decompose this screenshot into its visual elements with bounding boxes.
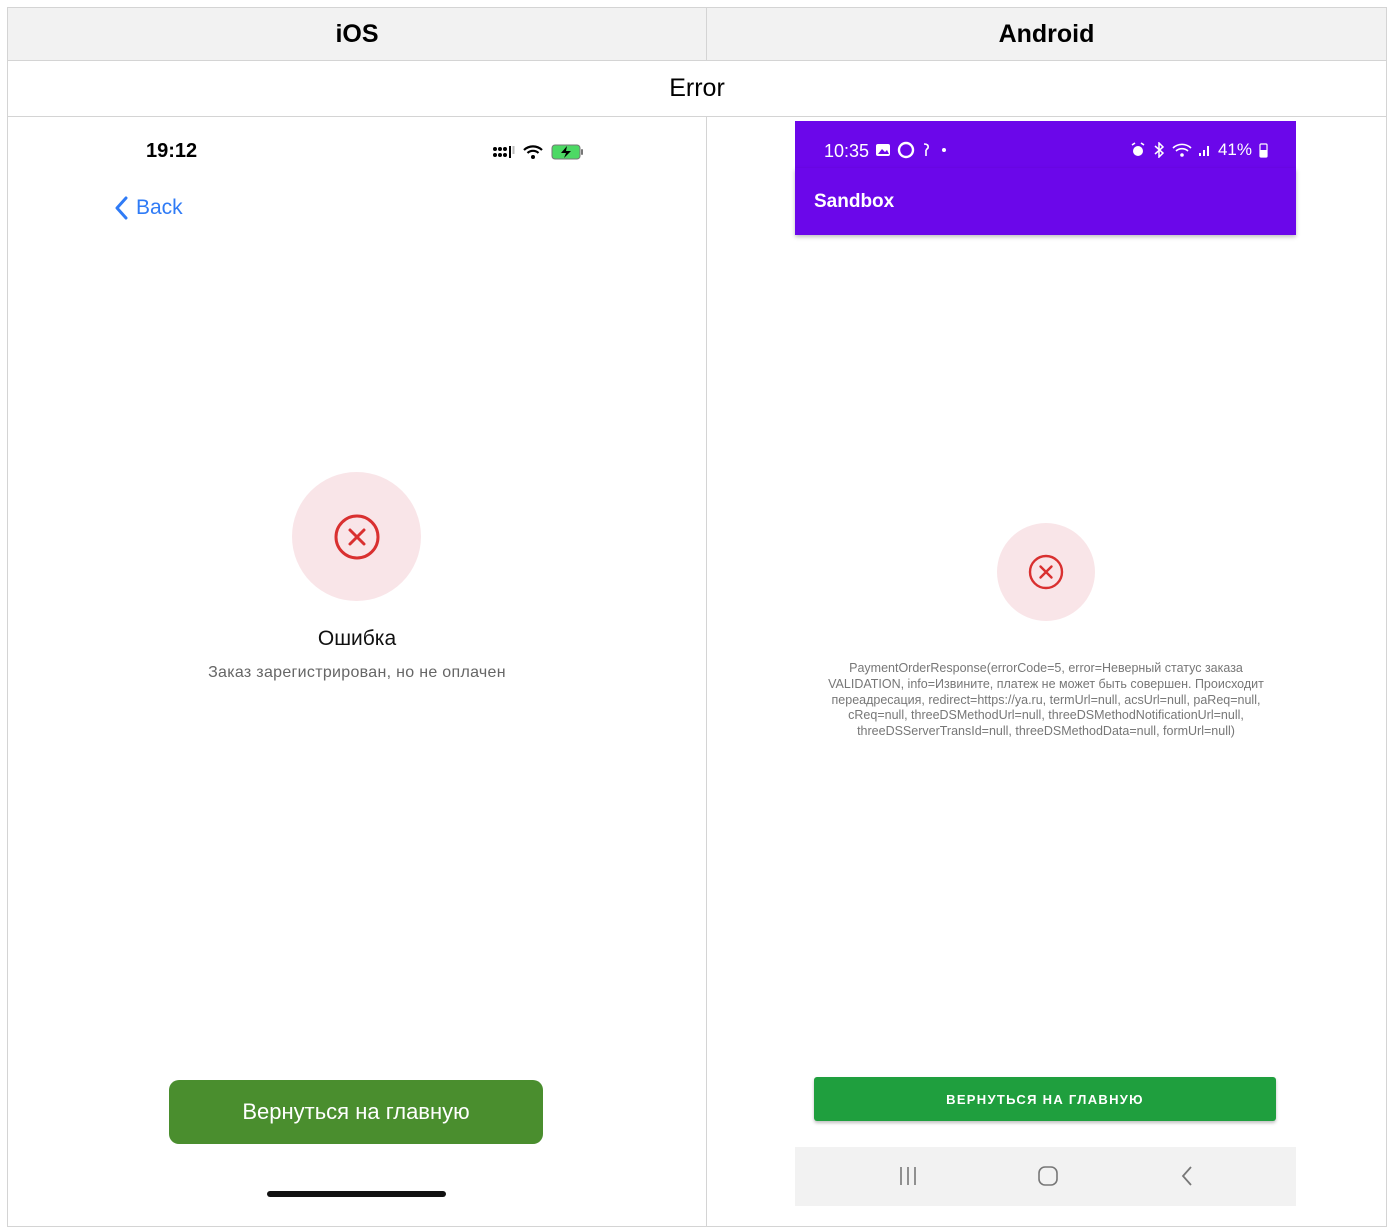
ios-status-time: 19:12: [146, 140, 198, 162]
column-header-ios: iOS: [7, 7, 707, 61]
battery-percent: 41%: [1217, 140, 1252, 159]
home-indicator[interactable]: [267, 1191, 446, 1197]
android-status-right-icons: 41%: [1130, 140, 1268, 160]
back-icon[interactable]: [1180, 1165, 1194, 1187]
bluetooth-icon: [1154, 142, 1165, 158]
wifi-icon: [523, 145, 543, 159]
dot-icon: [942, 148, 946, 152]
music-note-icon: [923, 143, 929, 156]
error-x-circle-icon: [1028, 554, 1064, 590]
circle-icon: [897, 141, 915, 159]
error-title: Ошибка: [317, 627, 397, 650]
error-message: PaymentOrderResponse(errorCode=5, error=…: [828, 661, 1264, 739]
android-status-time: 10:35: [824, 141, 870, 161]
error-badge-android: [997, 523, 1095, 621]
home-icon[interactable]: [1037, 1165, 1059, 1187]
back-button[interactable]: Back: [114, 196, 183, 220]
signal-icon: [1198, 146, 1209, 156]
signal-icon: [493, 146, 515, 158]
ios-status-icons: [493, 144, 585, 160]
battery-charging-icon: [551, 144, 583, 160]
return-home-button[interactable]: Вернуться на главную: [169, 1080, 543, 1144]
error-subtitle: Заказ зарегистрирован, но не оплачен: [208, 664, 506, 681]
back-label: Back: [136, 196, 183, 219]
error-badge: [292, 472, 421, 601]
alarm-icon: [1131, 142, 1145, 156]
error-x-circle-icon: [334, 514, 379, 559]
gallery-icon: [876, 144, 890, 156]
row-label: Error: [7, 61, 1387, 117]
column-header-android: Android: [706, 7, 1387, 61]
wifi-icon: [1172, 143, 1192, 157]
android-app-bar: Sandbox: [795, 168, 1296, 235]
android-nav-bar: [795, 1147, 1296, 1206]
app-title: Sandbox: [814, 191, 895, 212]
return-home-button-android[interactable]: ВЕРНУТЬСЯ НА ГЛАВНУЮ: [814, 1077, 1276, 1121]
recents-icon[interactable]: [898, 1165, 918, 1187]
battery-icon: [1259, 143, 1268, 158]
android-status-bar: 10:35 41%: [795, 121, 1296, 168]
chevron-left-icon: [115, 196, 128, 220]
android-status-left-icons: [875, 141, 951, 159]
